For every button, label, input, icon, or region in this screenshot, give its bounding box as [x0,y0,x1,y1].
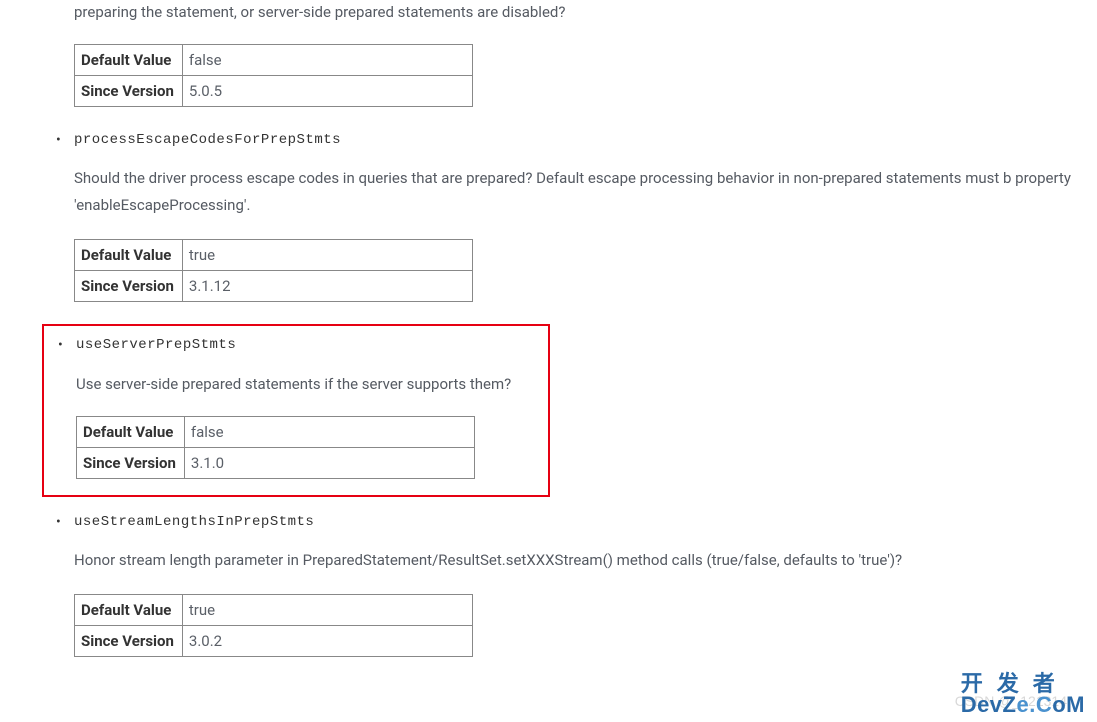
property-description: Should the driver process escape codes i… [74,165,1097,219]
since-version-label: Since Version [75,271,183,302]
property-table: Default Value false Since Version 5.0.5 [74,44,473,107]
property-description: Honor stream length parameter in Prepare… [74,547,1097,574]
property-item: useServerPrepStmts Use server-side prepa… [58,334,534,478]
document-content: preparing the statement, or server-side … [0,0,1097,657]
since-version: 3.1.0 [184,447,474,478]
default-value: false [184,416,474,447]
property-table: Default Value true Since Version 3.1.12 [74,239,473,302]
table-row: Since Version 3.1.12 [75,271,473,302]
default-value-label: Default Value [75,240,183,271]
property-table: Default Value true Since Version 3.0.2 [74,594,473,657]
property-item: useStreamLengthsInPrepStmts Honor stream… [56,511,1097,657]
highlighted-property: useServerPrepStmts Use server-side prepa… [42,324,550,496]
watermark-en: DevZe.CoM [961,693,1085,716]
table-row: Default Value true [75,240,473,271]
property-name: useServerPrepStmts [76,334,534,356]
since-version-label: Since Version [75,626,183,657]
property-item-partial: Default Value false Since Version 5.0.5 [56,44,1097,107]
property-name: processEscapeCodesForPrepStmts [74,129,1097,151]
since-version: 5.0.5 [182,76,472,107]
table-row: Default Value true [75,595,473,626]
table-row: Since Version 3.1.0 [77,447,475,478]
wm-part: DevZ [961,692,1017,717]
default-value: true [182,595,472,626]
default-value-label: Default Value [77,416,185,447]
csdn-watermark: CSDN @_121314 [955,690,1067,712]
watermark-cn: 开发者 [961,672,1085,695]
intro-text: preparing the statement, or server-side … [56,0,1097,24]
since-version-label: Since Version [77,447,185,478]
wm-part: oM [1052,692,1085,717]
table-row: Default Value false [75,45,473,76]
since-version: 3.1.12 [182,271,472,302]
default-value-label: Default Value [75,45,183,76]
table-row: Default Value false [77,416,475,447]
default-value: true [182,240,472,271]
since-version: 3.0.2 [182,626,472,657]
default-value: false [182,45,472,76]
since-version-label: Since Version [75,76,183,107]
property-item: processEscapeCodesForPrepStmts Should th… [56,129,1097,302]
property-list: Default Value false Since Version 5.0.5 … [56,44,1097,657]
table-row: Since Version 5.0.5 [75,76,473,107]
property-name: useStreamLengthsInPrepStmts [74,511,1097,533]
property-description: Use server-side prepared statements if t… [76,371,534,398]
default-value-label: Default Value [75,595,183,626]
table-row: Since Version 3.0.2 [75,626,473,657]
property-table: Default Value false Since Version 3.1.0 [76,416,475,479]
wm-part: e.C [1016,692,1052,717]
